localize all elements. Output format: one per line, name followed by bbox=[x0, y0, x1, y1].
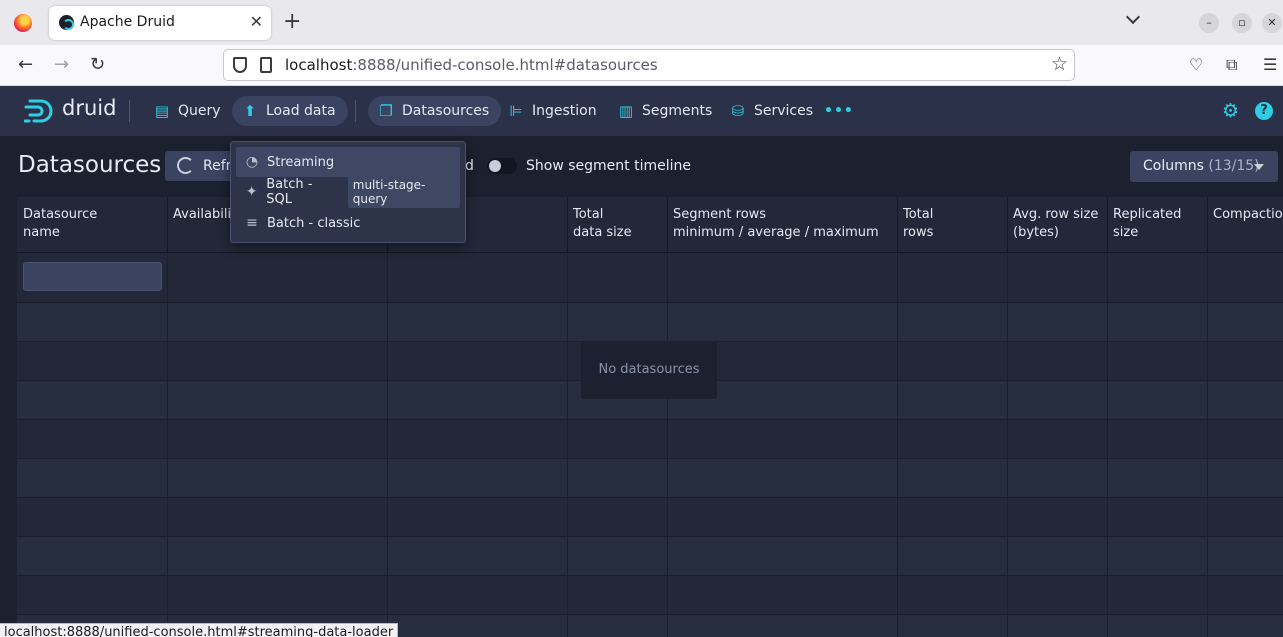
nav-services-label: Services bbox=[754, 103, 814, 119]
close-window-icon[interactable]: ✕ bbox=[1262, 13, 1282, 33]
column-header-segment-rows[interactable]: Segment rows minimum / average / maximum bbox=[667, 197, 898, 253]
reload-icon[interactable]: ↻ bbox=[90, 54, 105, 76]
druid-logo-text[interactable]: druid bbox=[62, 96, 116, 120]
table-row bbox=[17, 420, 1283, 459]
database-icon: ⛁ bbox=[731, 102, 745, 120]
table-row bbox=[17, 537, 1283, 576]
nav-load-data-button[interactable]: ⬆ Load data bbox=[232, 96, 348, 126]
column-header-compaction[interactable]: Compaction bbox=[1207, 197, 1283, 253]
cloud-upload-icon: ⬆ bbox=[243, 102, 257, 120]
segment-timeline-toggle[interactable] bbox=[487, 158, 517, 174]
url-text[interactable]: localhost:8888/unified-console.html#data… bbox=[285, 56, 658, 74]
druid-header: druid ▤ Query ⬆ Load data ❐ Datasources … bbox=[0, 86, 1283, 136]
druid-favicon-icon bbox=[59, 15, 74, 30]
nav-query-button[interactable]: ▤ Query bbox=[144, 96, 233, 126]
refresh-icon bbox=[177, 157, 194, 174]
column-divider bbox=[387, 254, 388, 637]
firefox-icon[interactable] bbox=[14, 14, 32, 32]
druid-logo-icon[interactable] bbox=[24, 98, 58, 124]
columns-label: Columns bbox=[1143, 158, 1204, 174]
column-divider bbox=[167, 254, 168, 637]
extensions-icon[interactable]: ⧉ bbox=[1226, 54, 1237, 76]
gear-icon[interactable]: ⚙ bbox=[1222, 100, 1239, 122]
multi-select-icon: ❐ bbox=[379, 102, 393, 120]
more-button[interactable]: ••• bbox=[814, 96, 866, 126]
forward-icon[interactable]: → bbox=[54, 54, 69, 76]
menu-item-label: Batch - classic bbox=[267, 215, 361, 231]
refresh-button[interactable]: Refresh bbox=[165, 151, 235, 181]
page-icon[interactable] bbox=[260, 57, 272, 73]
header-divider bbox=[355, 100, 356, 122]
column-header-avg-row-size[interactable]: Avg. row size (bytes) bbox=[1007, 197, 1108, 253]
column-header-total-data-size[interactable]: Total data size bbox=[567, 197, 668, 253]
browser-tab[interactable]: Apache Druid ✕ bbox=[49, 6, 271, 40]
load-data-menu: ◔ Streaming ✦ Batch - SQL multi-stage-qu… bbox=[230, 141, 466, 243]
menu-item-label: Streaming bbox=[267, 154, 335, 170]
pocket-icon[interactable]: ♡ bbox=[1189, 54, 1203, 76]
list-icon: ≡ bbox=[246, 215, 258, 231]
browser-nav-bar: ← → ↻ localhost:8888/unified-console.htm… bbox=[0, 45, 1283, 86]
nav-load-data-label: Load data bbox=[266, 103, 336, 119]
gantt-chart-icon: ⊫ bbox=[509, 102, 523, 120]
table-row bbox=[17, 303, 1283, 342]
header-divider bbox=[129, 100, 130, 122]
columns-picker-button[interactable]: Columns (13/15) bbox=[1130, 151, 1278, 182]
url-bar[interactable]: localhost:8888/unified-console.html#data… bbox=[223, 49, 1075, 81]
back-icon[interactable]: ← bbox=[18, 54, 33, 76]
partial-hidden-label: d bbox=[465, 158, 474, 174]
columns-count: (13/15) bbox=[1208, 158, 1260, 174]
tab-title: Apache Druid bbox=[80, 14, 175, 30]
document-icon: ▤ bbox=[154, 102, 170, 120]
feed-icon: ◔ bbox=[245, 154, 259, 170]
column-divider bbox=[567, 254, 568, 637]
column-divider bbox=[897, 254, 898, 637]
maximize-icon[interactable]: ▫ bbox=[1232, 13, 1252, 33]
menu-item-streaming[interactable]: ◔ Streaming bbox=[236, 147, 460, 177]
nav-segments-label: Segments bbox=[642, 103, 713, 119]
more-icon: ••• bbox=[824, 103, 854, 119]
multi-stage-query-tag: multi-stage-query bbox=[347, 176, 460, 208]
clean-icon: ✦ bbox=[245, 184, 258, 200]
column-header-replicated-size[interactable]: Replicated size bbox=[1107, 197, 1208, 253]
bookmark-star-icon[interactable]: ☆ bbox=[1051, 53, 1068, 75]
help-icon[interactable]: ? bbox=[1255, 102, 1273, 120]
toggle-knob bbox=[489, 160, 501, 172]
table-filter-row bbox=[17, 254, 1283, 303]
datasource-filter-input[interactable] bbox=[23, 262, 162, 291]
nav-datasources-button[interactable]: ❐ Datasources bbox=[368, 96, 502, 126]
close-tab-icon[interactable]: ✕ bbox=[250, 12, 263, 31]
table-row bbox=[17, 459, 1283, 498]
column-divider bbox=[1107, 254, 1108, 637]
nav-ingestion-label: Ingestion bbox=[532, 103, 597, 119]
menu-item-batch-classic[interactable]: ≡ Batch - classic bbox=[236, 208, 460, 238]
menu-icon[interactable]: ☰ bbox=[1263, 54, 1277, 76]
caret-down-icon bbox=[1254, 164, 1264, 170]
column-header-total-rows[interactable]: Total rows bbox=[897, 197, 1008, 253]
stacked-chart-icon: ▥ bbox=[618, 102, 634, 120]
page-title: Datasources bbox=[18, 152, 162, 178]
menu-item-batch-sql[interactable]: ✦ Batch - SQL multi-stage-query bbox=[236, 176, 460, 208]
nav-segments-button[interactable]: ▥ Segments bbox=[608, 96, 724, 126]
segment-timeline-label[interactable]: Show segment timeline bbox=[526, 158, 691, 174]
empty-state-message: No datasources bbox=[581, 341, 717, 399]
column-divider bbox=[1207, 254, 1208, 637]
minimize-icon[interactable]: – bbox=[1199, 13, 1219, 33]
nav-services-button[interactable]: ⛁ Services bbox=[720, 96, 825, 126]
datasources-table: Datasource name Availability Total data … bbox=[17, 197, 1283, 637]
new-tab-icon[interactable]: + bbox=[283, 9, 301, 35]
nav-ingestion-button[interactable]: ⊫ Ingestion bbox=[498, 96, 609, 126]
column-header-datasource[interactable]: Datasource name bbox=[17, 197, 168, 253]
table-row bbox=[17, 576, 1283, 615]
column-divider bbox=[667, 254, 668, 637]
nav-query-label: Query bbox=[178, 103, 221, 119]
nav-datasources-label: Datasources bbox=[402, 103, 490, 119]
chevron-down-icon[interactable] bbox=[1126, 12, 1140, 26]
table-header-row: Datasource name Availability Total data … bbox=[17, 197, 1283, 253]
browser-tab-bar: Apache Druid ✕ + – ▫ ✕ bbox=[0, 0, 1283, 45]
link-status-bar: localhost:8888/unified-console.html#stre… bbox=[0, 623, 399, 637]
menu-item-label: Batch - SQL bbox=[266, 177, 313, 207]
column-divider bbox=[1007, 254, 1008, 637]
shield-icon[interactable] bbox=[233, 57, 247, 73]
table-row bbox=[17, 498, 1283, 537]
